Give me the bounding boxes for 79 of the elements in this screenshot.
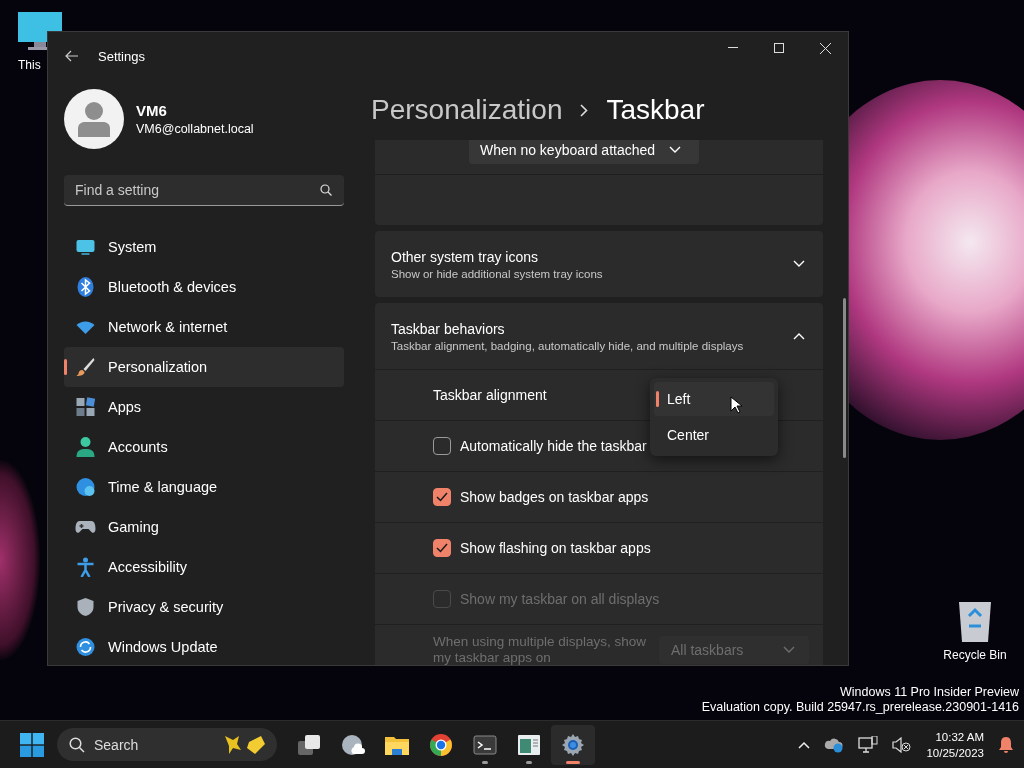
nav-item[interactable]: Accessibility (64, 547, 344, 587)
mouse-cursor-icon (730, 396, 742, 414)
gamepad-icon (75, 520, 96, 534)
menu-option[interactable]: Left (654, 382, 774, 416)
clock[interactable]: 10:32 AM 10/25/2023 (926, 728, 984, 761)
close-icon[interactable] (819, 42, 831, 54)
nav-item[interactable]: Privacy & security (64, 587, 344, 627)
section-subtitle: Taskbar alignment, badging, automatically hide, and multiple displays (391, 339, 745, 352)
breadcrumb-link[interactable]: Personalization (371, 94, 563, 126)
nav-item[interactable]: Bluetooth & devices (64, 267, 344, 307)
search-icon (69, 736, 85, 753)
chevron-down-icon (783, 646, 796, 654)
setting-label: When using multiple displays, show my taskbar apps on (433, 634, 648, 665)
person-icon (75, 437, 96, 457)
brush-icon (75, 357, 96, 377)
shield-icon (75, 597, 96, 617)
start-icon[interactable] (20, 732, 44, 757)
search-field[interactable]: Find a setting (64, 175, 344, 206)
section-subtitle: Show or hide additional system tray icons (391, 267, 604, 280)
checkbox[interactable] (433, 437, 451, 455)
chevron-down-icon (669, 146, 682, 154)
nav-item[interactable]: Apps (64, 387, 344, 427)
user-name: VM6 (136, 102, 168, 119)
menu-option[interactable]: Center (654, 418, 774, 452)
page-title: Taskbar (606, 94, 705, 126)
nav-item[interactable]: Personalization (64, 347, 344, 387)
desktop-icon-label[interactable]: This (18, 58, 41, 72)
browser-icon[interactable] (429, 732, 453, 757)
chevron-up-icon (793, 332, 805, 340)
minimize-icon[interactable] (728, 47, 738, 49)
monitor-icon (75, 239, 96, 255)
nav-item[interactable]: Accounts (64, 427, 344, 467)
nav-item[interactable]: Network & internet (64, 307, 344, 347)
search-icon (320, 184, 332, 196)
checkbox[interactable] (433, 539, 451, 557)
checkbox-label: Show badges on taskbar apps (460, 489, 649, 505)
avatar (64, 89, 124, 149)
windows-stack-icon[interactable] (297, 733, 321, 756)
scrollbar[interactable] (843, 298, 846, 458)
taskbar-app[interactable] (551, 724, 595, 765)
chevron-up-icon[interactable] (798, 740, 811, 749)
expander-header[interactable]: Taskbar behaviors Taskbar alignment, badging, automatically hide, and multiple displays (375, 303, 823, 369)
globe-clock-icon (75, 477, 96, 497)
desktop-icon-label[interactable]: Recycle Bin (943, 648, 1007, 662)
apps-icon (75, 397, 96, 417)
nav-item[interactable]: System (64, 227, 344, 267)
network-monitor-icon[interactable] (858, 735, 879, 754)
maximize-icon[interactable] (774, 43, 784, 53)
nav-item[interactable]: Windows Update (64, 627, 344, 667)
wifi-icon (75, 319, 96, 335)
cloud-icon[interactable] (341, 733, 365, 756)
section-title: Other system tray icons (391, 248, 540, 265)
chevron-down-icon (793, 260, 805, 268)
cloud-info-icon[interactable] (824, 736, 845, 753)
expander-header[interactable]: Other system tray icons Show or hide additional system tray icons (375, 231, 823, 297)
window-title: Settings (98, 48, 145, 64)
taskbar-search[interactable]: Search (57, 728, 277, 761)
nav-item[interactable]: Gaming (64, 507, 344, 547)
nav-item[interactable]: Time & language (64, 467, 344, 507)
checkbox-label: Automatically hide the taskbar (460, 438, 647, 454)
terminal-icon[interactable] (473, 734, 497, 755)
build-info-text: Windows 11 Pro Insider Preview (840, 685, 1019, 700)
setting-label: Taskbar alignment (433, 387, 548, 403)
build-info-text: Evaluation copy. Build 25947.rs_prerelease.230901-1416 (701, 700, 1019, 715)
section-title: Taskbar behaviors (391, 320, 506, 337)
checkbox-label: Show flashing on taskbar apps (460, 540, 651, 556)
app-window-icon[interactable] (517, 733, 541, 756)
gear-icon[interactable] (561, 732, 585, 757)
bluetooth-icon (75, 277, 96, 297)
checkbox[interactable] (433, 488, 451, 506)
chevron-right-icon (580, 103, 589, 117)
back-arrow-icon[interactable] (65, 50, 79, 62)
user-email: VM6@collabnet.local (136, 122, 254, 136)
speaker-muted-icon[interactable] (892, 736, 913, 753)
bell-icon[interactable] (998, 735, 1014, 754)
update-icon (75, 637, 96, 657)
accessibility-icon (75, 557, 96, 577)
dropdown[interactable]: When no keyboard attached (468, 140, 700, 164)
checkbox-label: Show my taskbar on all displays (460, 591, 660, 607)
